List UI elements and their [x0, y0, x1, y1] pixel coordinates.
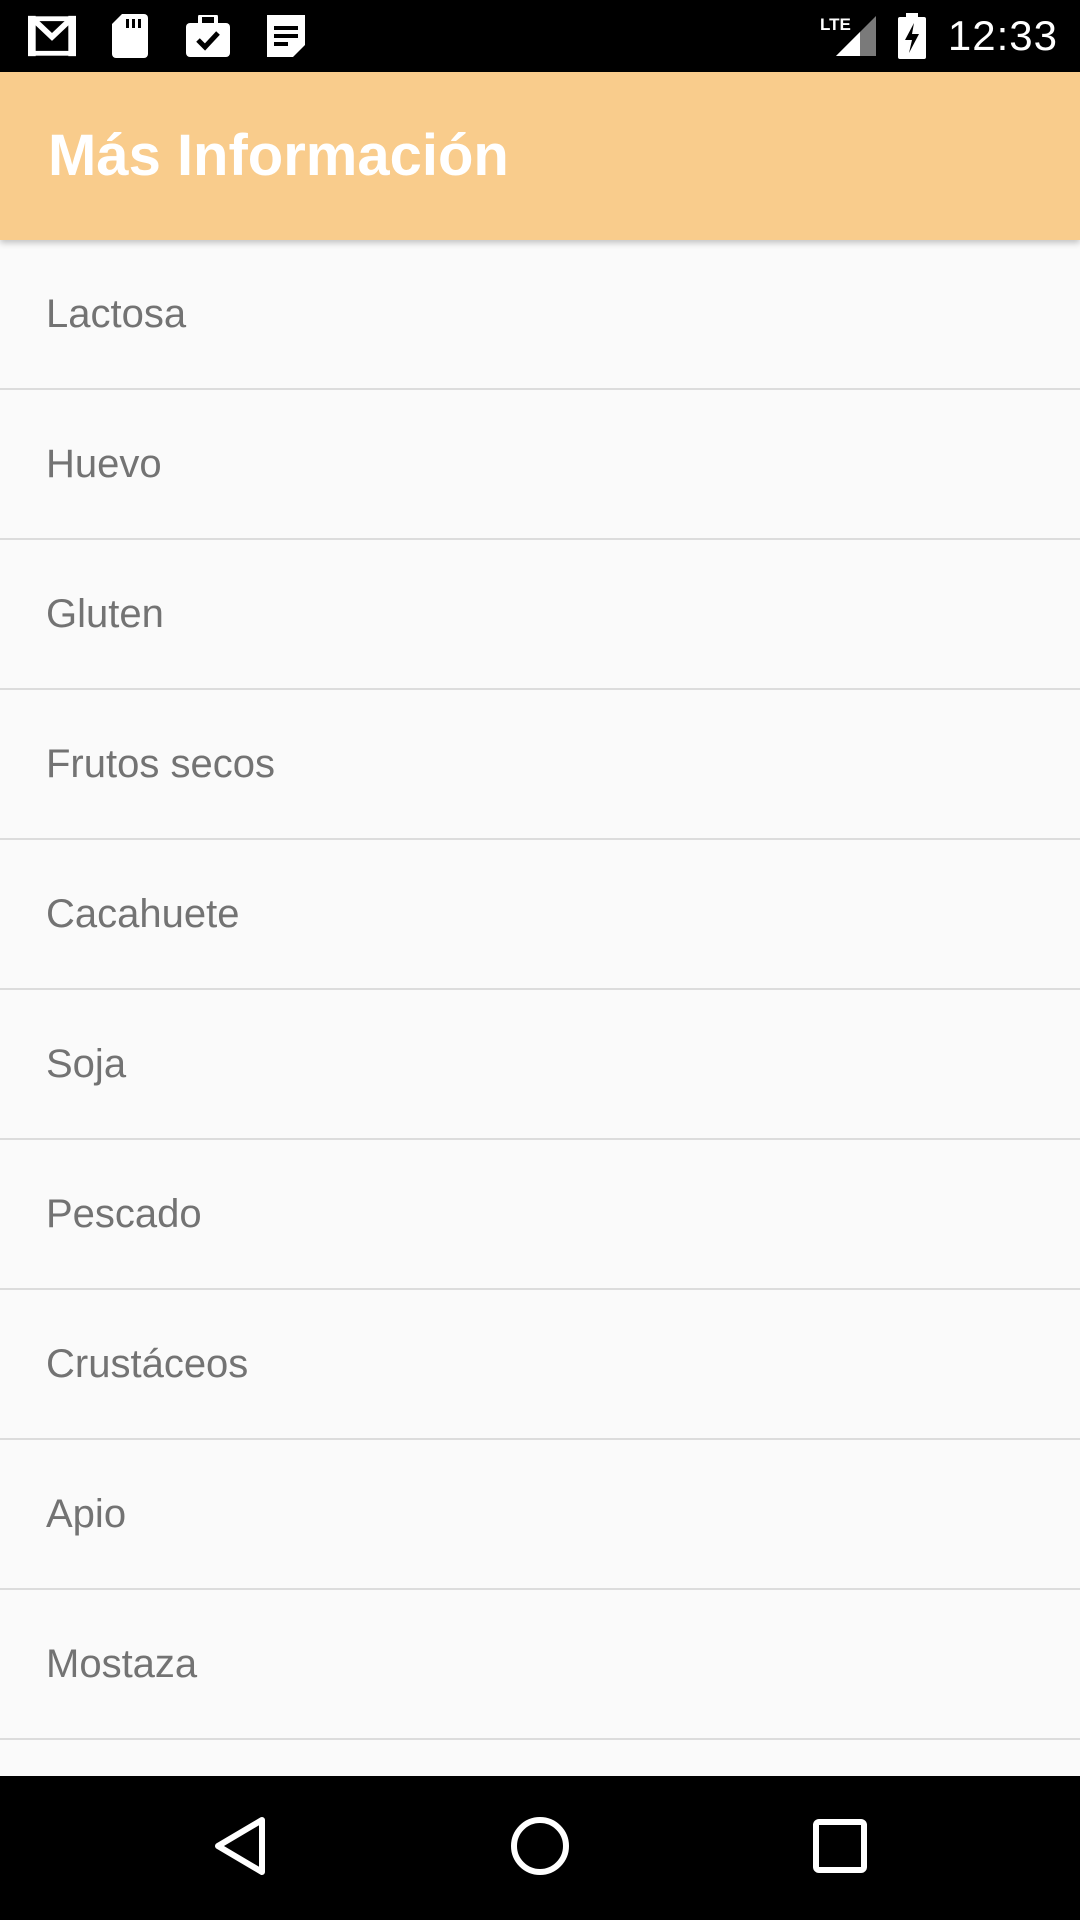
list-item-label: Mostaza: [46, 1642, 198, 1686]
list-item-label: Soja: [46, 1042, 127, 1086]
list-item[interactable]: Huevo: [0, 390, 1080, 540]
battery-charging-icon: [897, 12, 926, 60]
home-button[interactable]: [500, 1808, 580, 1888]
lte-signal-icon: LTE: [820, 12, 876, 60]
list-item[interactable]: Mostaza: [0, 1590, 1080, 1740]
gmail-icon: [28, 12, 76, 60]
sd-card-icon: [106, 12, 154, 60]
list-item[interactable]: Soja: [0, 990, 1080, 1140]
home-icon: [509, 1815, 571, 1882]
back-button[interactable]: [200, 1808, 280, 1888]
notification-icons: [28, 12, 340, 60]
list-item-label: Huevo: [46, 442, 162, 486]
list-item-label: Pescado: [46, 1192, 202, 1236]
list-item-label: Cacahuete: [46, 892, 240, 936]
recents-button[interactable]: [800, 1808, 880, 1888]
list-item-label: Lactosa: [46, 292, 187, 336]
list-item-label: Crustáceos: [46, 1342, 249, 1386]
lte-label: LTE: [820, 15, 851, 34]
back-icon: [210, 1814, 270, 1883]
allergen-list[interactable]: Lactosa Huevo Gluten Frutos secos Cacahu…: [0, 240, 1080, 1776]
list-item-label: Frutos secos: [46, 742, 275, 786]
page-title: Más Información: [48, 123, 509, 188]
briefcase-check-icon: [184, 12, 232, 60]
status-clock: 12:33: [947, 12, 1058, 59]
notes-icon: [262, 12, 310, 60]
list-item[interactable]: Gluten: [0, 540, 1080, 690]
system-status-icons: LTE 12:33: [820, 12, 1058, 60]
list-item[interactable]: Frutos secos: [0, 690, 1080, 840]
list-item-label: Gluten: [46, 592, 164, 636]
list-item[interactable]: Crustáceos: [0, 1290, 1080, 1440]
list-item[interactable]: Pescado: [0, 1140, 1080, 1290]
screen: LTE 12:33 Más Información Lactosa Huevo …: [0, 0, 1080, 1920]
app-bar: Más Información: [0, 72, 1080, 240]
status-bar: LTE 12:33: [0, 0, 1080, 72]
list-item-label: Apio: [46, 1492, 127, 1536]
recents-icon: [812, 1818, 868, 1879]
list-item[interactable]: Apio: [0, 1440, 1080, 1590]
navigation-bar: [0, 1776, 1080, 1920]
list-item[interactable]: Lactosa: [0, 240, 1080, 390]
list-item[interactable]: Cacahuete: [0, 840, 1080, 990]
